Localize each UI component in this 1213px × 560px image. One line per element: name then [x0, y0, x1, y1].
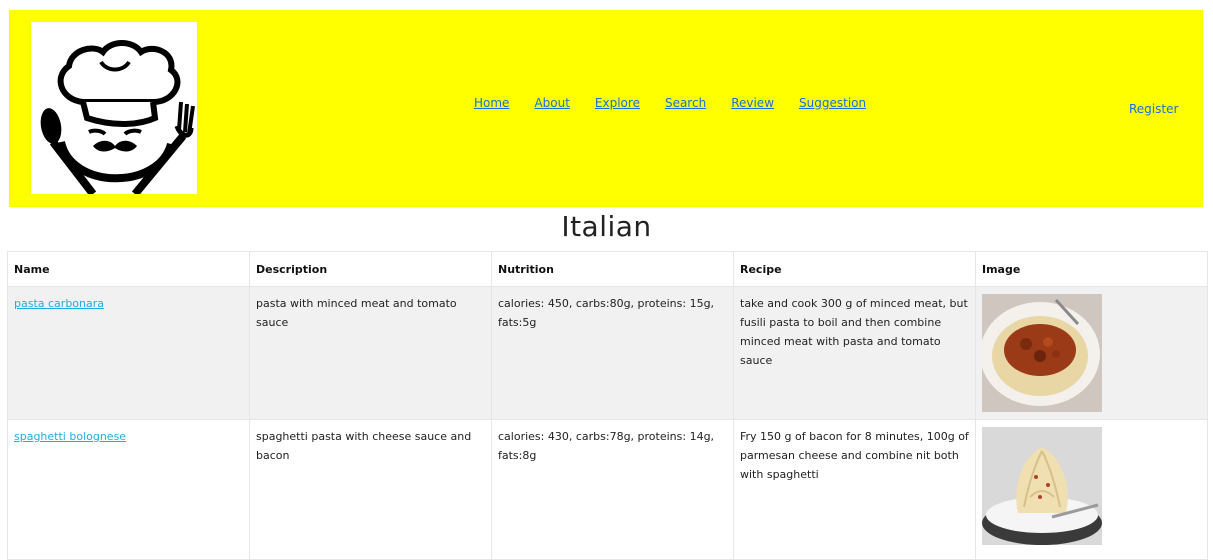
recipes-table: Name Description Nutrition Recipe Image …: [7, 251, 1208, 560]
nav-home[interactable]: Home: [474, 96, 509, 110]
table-row: pasta carbonara pasta with minced meat a…: [7, 286, 1208, 420]
column-header-description: Description: [249, 251, 492, 287]
cell-recipe: take and cook 300 g of minced meat, but …: [733, 286, 976, 420]
spaghetti-carbonara-photo: [982, 427, 1102, 545]
dish-link[interactable]: spaghetti bolognese: [14, 430, 126, 443]
nav-suggestion[interactable]: Suggestion: [799, 96, 866, 110]
chef-logo[interactable]: [31, 22, 197, 194]
nav-about[interactable]: About: [534, 96, 569, 110]
cell-nutrition: calories: 450, carbs:80g, proteins: 15g,…: [491, 286, 734, 420]
column-header-recipe: Recipe: [733, 251, 976, 287]
table-header-row: Name Description Nutrition Recipe Image: [7, 251, 1208, 287]
register-link[interactable]: Register: [1129, 102, 1178, 116]
nav-search[interactable]: Search: [665, 96, 706, 110]
page-title: Italian: [561, 210, 652, 243]
column-header-image: Image: [975, 251, 1208, 287]
column-header-nutrition: Nutrition: [491, 251, 734, 287]
main-nav: Home About Explore Search Review Suggest…: [474, 96, 891, 110]
dish-link[interactable]: pasta carbonara: [14, 297, 104, 310]
cell-name: pasta carbonara: [7, 286, 250, 420]
chef-hat-icon: [40, 40, 195, 194]
nav-review[interactable]: Review: [731, 96, 774, 110]
spaghetti-bolognese-photo: [982, 294, 1102, 412]
cell-image: [975, 286, 1208, 420]
cell-description: pasta with minced meat and tomato sauce: [249, 286, 492, 420]
column-header-name: Name: [7, 251, 250, 287]
site-header: Home About Explore Search Review Suggest…: [9, 10, 1203, 207]
nav-explore[interactable]: Explore: [595, 96, 640, 110]
